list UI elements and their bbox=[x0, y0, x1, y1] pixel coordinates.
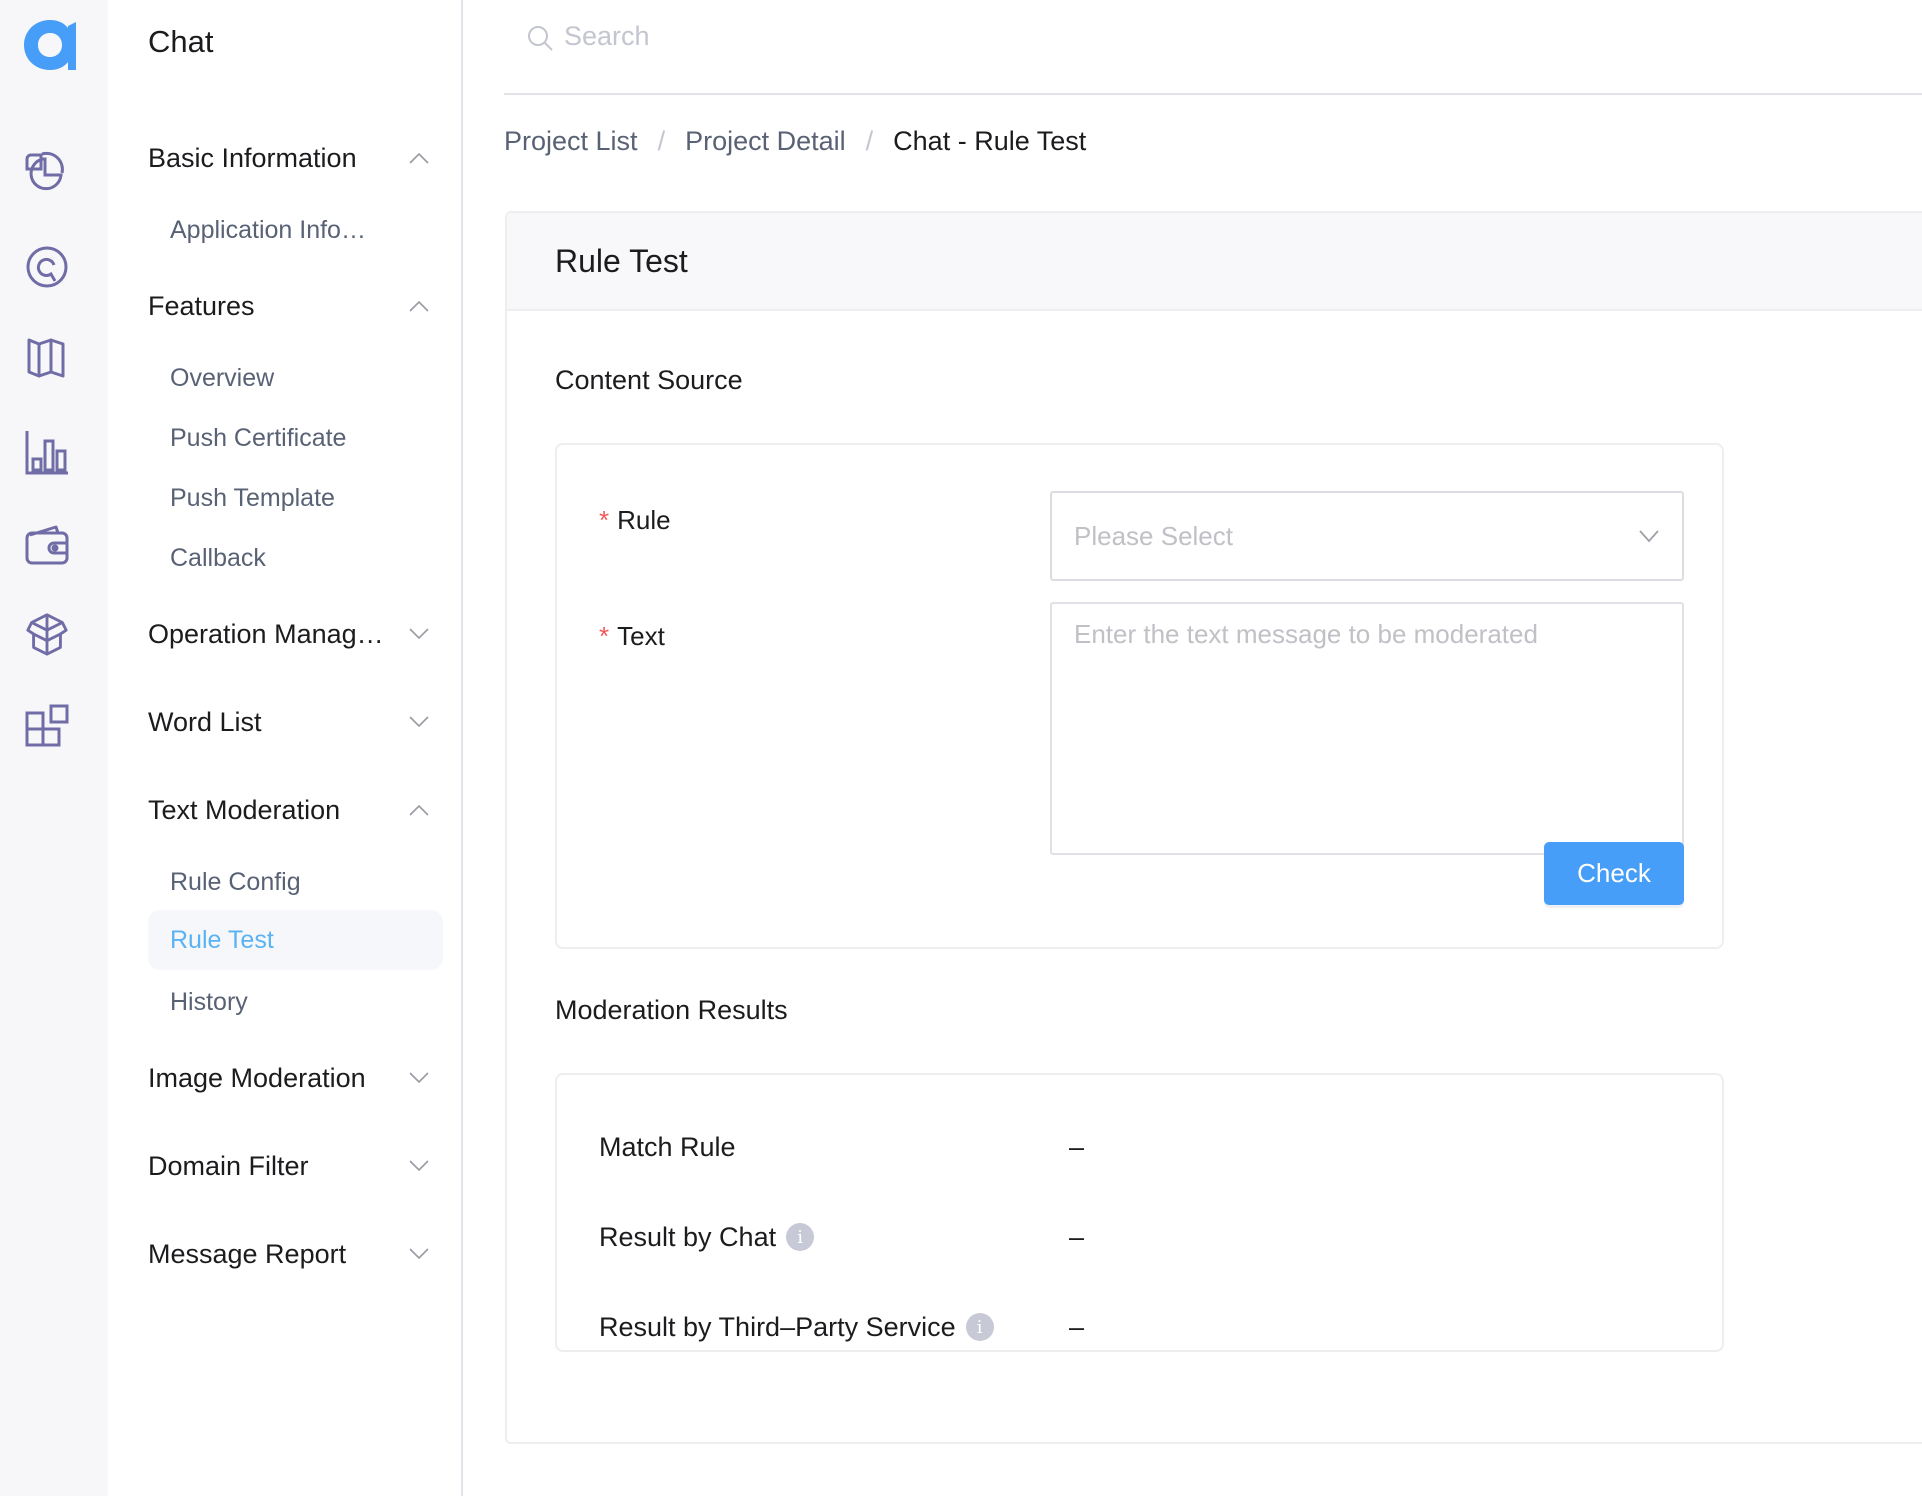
result-label-text: Result by Third–Party Service bbox=[599, 1311, 956, 1342]
menu-group-basic-information[interactable]: Basic Information bbox=[148, 136, 429, 180]
menu-group-image-moderation[interactable]: Image Moderation bbox=[148, 1056, 429, 1100]
sidebar-item-overview[interactable]: Overview bbox=[148, 348, 443, 408]
package-icon[interactable] bbox=[24, 611, 70, 657]
menu-group-label: Features bbox=[148, 290, 255, 321]
card-header: Rule Test bbox=[507, 213, 1922, 311]
app-title: Chat bbox=[148, 24, 214, 59]
result-label-text: Match Rule bbox=[599, 1131, 736, 1162]
bar-chart-icon[interactable] bbox=[24, 429, 70, 475]
dashboard-pie-icon[interactable] bbox=[24, 150, 70, 196]
moderation-results-panel: Match Rule – Result by Chat i – Result by… bbox=[555, 1073, 1724, 1352]
result-row-result-by-chat: Result by Chat i – bbox=[599, 1217, 1699, 1257]
menu-group-label: Image Moderation bbox=[148, 1062, 366, 1093]
rule-label-text: Rule bbox=[617, 505, 671, 535]
menu-group-label: Message Report bbox=[148, 1238, 347, 1269]
result-label: Result by Third–Party Service i bbox=[599, 1312, 994, 1343]
breadcrumb-project-detail[interactable]: Project Detail bbox=[685, 126, 846, 157]
menu-group-label: Operation Manag… bbox=[148, 618, 384, 649]
apps-grid-icon[interactable] bbox=[24, 703, 70, 749]
sidebar-item-rule-config[interactable]: Rule Config bbox=[148, 852, 443, 912]
breadcrumb-separator: / bbox=[657, 126, 666, 156]
menu-group-operation-management[interactable]: Operation Manag… bbox=[148, 612, 429, 656]
info-icon[interactable]: i bbox=[965, 1313, 994, 1341]
search-bar bbox=[504, 0, 1922, 95]
search-input[interactable] bbox=[564, 16, 1264, 56]
menu-group-features[interactable]: Features bbox=[148, 284, 429, 328]
chevron-down-icon bbox=[409, 716, 429, 728]
required-mark: * bbox=[599, 505, 610, 535]
menu-group-label: Basic Information bbox=[148, 142, 357, 173]
moderation-results-heading: Moderation Results bbox=[555, 995, 788, 1025]
info-icon[interactable]: i bbox=[786, 1223, 815, 1251]
rule-select-placeholder: Please Select bbox=[1074, 520, 1233, 551]
sidebar-item-rule-test[interactable]: Rule Test bbox=[148, 910, 443, 970]
menu-group-word-list[interactable]: Word List bbox=[148, 700, 429, 744]
menu-group-domain-filter[interactable]: Domain Filter bbox=[148, 1144, 429, 1188]
check-button[interactable]: Check bbox=[1544, 842, 1684, 905]
result-label-text: Result by Chat bbox=[599, 1221, 777, 1252]
sidebar-item-push-certificate[interactable]: Push Certificate bbox=[148, 408, 443, 468]
rule-select[interactable]: Please Select bbox=[1050, 491, 1684, 581]
search-icon bbox=[528, 26, 553, 51]
wallet-icon[interactable] bbox=[24, 521, 70, 567]
menu-group-text-moderation[interactable]: Text Moderation bbox=[148, 788, 429, 832]
content-source-panel: *Rule Please Select *Text Check bbox=[555, 443, 1724, 949]
result-value: – bbox=[1069, 1131, 1085, 1162]
breadcrumb-project-list[interactable]: Project List bbox=[504, 126, 638, 157]
sidebar-item-push-template[interactable]: Push Template bbox=[148, 468, 443, 528]
menu-group-label: Word List bbox=[148, 706, 262, 737]
result-label: Result by Chat i bbox=[599, 1221, 815, 1253]
chevron-up-icon bbox=[409, 300, 429, 312]
at-sign-icon[interactable] bbox=[24, 244, 70, 290]
breadcrumb-separator: / bbox=[865, 126, 874, 156]
rule-label: * Rule bbox=[599, 505, 671, 536]
main-content: Project List / Project Detail / Chat - R… bbox=[463, 0, 1922, 1496]
text-label-text: Text bbox=[617, 621, 665, 651]
chevron-up-icon bbox=[409, 152, 429, 164]
page-title: Rule Test bbox=[555, 243, 688, 279]
menu-group-label: Text Moderation bbox=[148, 794, 341, 825]
chevron-down-icon bbox=[409, 1072, 429, 1084]
chevron-down-icon bbox=[409, 1248, 429, 1260]
result-row-match-rule: Match Rule – bbox=[599, 1127, 1699, 1167]
sidebar-item-history[interactable]: History bbox=[148, 972, 443, 1032]
secondary-sidebar: Chat Basic Information Application Info…… bbox=[108, 0, 463, 1496]
app-logo-icon[interactable] bbox=[22, 18, 78, 72]
chevron-down-icon bbox=[409, 1160, 429, 1172]
content-source-heading: Content Source bbox=[555, 365, 743, 395]
chevron-down-icon bbox=[409, 628, 429, 640]
sidebar-item-callback[interactable]: Callback bbox=[148, 528, 443, 588]
chevron-up-icon bbox=[409, 804, 429, 816]
icon-rail bbox=[0, 0, 108, 1496]
text-message-textarea[interactable] bbox=[1050, 602, 1684, 855]
breadcrumb: Project List / Project Detail / Chat - R… bbox=[504, 126, 1086, 157]
menu-group-message-report[interactable]: Message Report bbox=[148, 1232, 429, 1276]
sidebar-item-application-info[interactable]: Application Info… bbox=[148, 200, 443, 260]
chevron-down-icon bbox=[1639, 530, 1659, 543]
map-icon[interactable] bbox=[24, 335, 70, 381]
breadcrumb-current: Chat - Rule Test bbox=[893, 126, 1087, 156]
result-value: – bbox=[1069, 1221, 1085, 1252]
rule-test-card: Rule Test Content Source * Rule Please Se… bbox=[505, 211, 1922, 1444]
result-value: – bbox=[1069, 1311, 1085, 1342]
result-label: Match Rule bbox=[599, 1132, 736, 1163]
required-mark: * bbox=[599, 621, 610, 651]
menu-group-label: Domain Filter bbox=[148, 1150, 309, 1181]
result-row-result-by-third-party: Result by Third–Party Service i – bbox=[599, 1307, 1699, 1347]
text-label: * Text bbox=[599, 621, 665, 652]
